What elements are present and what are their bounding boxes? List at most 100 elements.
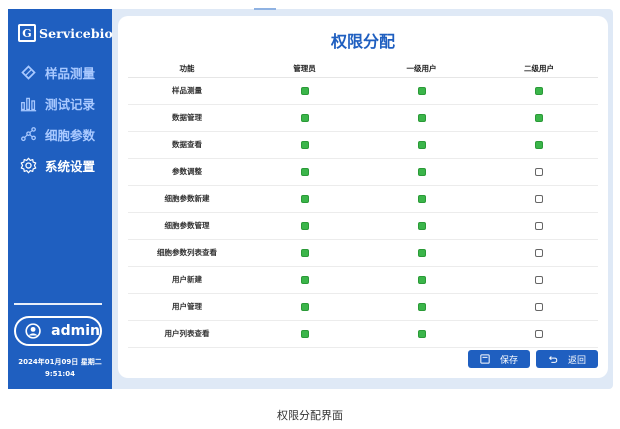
- permission-checkbox-checked[interactable]: [417, 195, 426, 203]
- permission-checkbox-checked[interactable]: [300, 330, 309, 338]
- permission-cell: [246, 239, 363, 267]
- username: admin: [51, 323, 100, 339]
- permission-checkbox-checked[interactable]: [300, 222, 309, 230]
- permission-cell: [480, 320, 598, 348]
- logo-icon: G: [18, 24, 36, 42]
- nav-item-system-settings[interactable]: 系统设置: [20, 155, 95, 175]
- save-icon: [480, 354, 490, 364]
- logo: G Servicebio: [18, 23, 113, 43]
- function-name: 细胞参数新建: [128, 185, 246, 213]
- function-name: 用户新建: [128, 266, 246, 294]
- permission-checkbox-unchecked[interactable]: [535, 249, 543, 257]
- permission-cell: [480, 239, 598, 267]
- table-row: 细胞参数新建: [128, 185, 598, 213]
- gear-icon: [20, 157, 37, 173]
- save-button[interactable]: 保存: [468, 350, 530, 368]
- permission-cell: [363, 185, 480, 213]
- permission-cell: [363, 104, 480, 132]
- permission-cell: [480, 185, 598, 213]
- permission-cell: [480, 131, 598, 159]
- current-date: 2024年01月09日 星期二: [18, 358, 102, 366]
- permission-checkbox-checked[interactable]: [300, 303, 309, 311]
- permission-cell: [246, 293, 363, 321]
- permission-checkbox-checked[interactable]: [417, 168, 426, 176]
- permission-checkbox-checked[interactable]: [535, 141, 543, 149]
- diamond-icon: [21, 64, 36, 80]
- permission-checkbox-checked[interactable]: [300, 276, 309, 284]
- permission-cell: [246, 320, 363, 348]
- bar-chart-icon: [20, 97, 37, 111]
- function-name: 数据查看: [128, 131, 246, 159]
- molecule-icon: [21, 126, 36, 141]
- table-row: 数据管理: [128, 104, 598, 132]
- permission-cell: [246, 104, 363, 132]
- top-tab-indicator: [254, 8, 276, 10]
- function-name: 细胞参数管理: [128, 212, 246, 240]
- nav-label: 系统设置: [45, 158, 96, 174]
- permission-checkbox-checked[interactable]: [417, 141, 426, 149]
- nav-item-cell-params[interactable]: 细胞参数: [20, 124, 95, 144]
- permission-checkbox-unchecked[interactable]: [535, 195, 543, 203]
- function-name: 用户管理: [128, 293, 246, 321]
- table-row: 用户管理: [128, 293, 598, 321]
- permission-cell: [246, 212, 363, 240]
- permission-checkbox-unchecked[interactable]: [535, 276, 543, 284]
- permission-checkbox-checked[interactable]: [417, 249, 426, 257]
- function-name: 参数调整: [128, 158, 246, 186]
- table-row: 细胞参数列表查看: [128, 239, 598, 267]
- permission-checkbox-checked[interactable]: [417, 87, 426, 95]
- permission-checkbox-checked[interactable]: [535, 114, 543, 122]
- permission-checkbox-unchecked[interactable]: [535, 168, 543, 176]
- permission-cell: [363, 293, 480, 321]
- permission-checkbox-checked[interactable]: [300, 249, 309, 257]
- table-row: 用户新建: [128, 266, 598, 294]
- sidebar: G Servicebio 样品测量 测试记录 细胞参数 系统设置 admin 2…: [8, 9, 113, 389]
- permission-cell: [480, 158, 598, 186]
- permission-checkbox-unchecked[interactable]: [535, 303, 543, 311]
- permission-cell: [246, 131, 363, 159]
- permission-cell: [246, 266, 363, 294]
- permission-checkbox-checked[interactable]: [300, 168, 309, 176]
- nav-item-test-records[interactable]: 测试记录: [20, 93, 95, 113]
- permission-checkbox-checked[interactable]: [417, 114, 426, 122]
- user-icon: [25, 323, 41, 339]
- permission-checkbox-checked[interactable]: [417, 222, 426, 230]
- table-row: 细胞参数管理: [128, 212, 598, 240]
- save-label: 保存: [499, 355, 518, 366]
- permission-cell: [480, 266, 598, 294]
- table-row: 样品测量: [128, 77, 598, 105]
- permission-cell: [480, 293, 598, 321]
- function-name: 样品测量: [128, 77, 246, 105]
- permission-cell: [246, 158, 363, 186]
- nav-label: 细胞参数: [45, 127, 96, 143]
- permission-checkbox-checked[interactable]: [300, 87, 309, 95]
- nav-label: 测试记录: [45, 96, 96, 112]
- datetime: 2024年01月09日 星期二 9:51:04: [8, 356, 112, 380]
- nav-item-sample-measure[interactable]: 样品测量: [20, 62, 95, 82]
- permission-checkbox-checked[interactable]: [417, 330, 426, 338]
- user-account-button[interactable]: admin: [14, 316, 102, 346]
- sidebar-divider: [14, 303, 102, 305]
- figure-caption: 权限分配界面: [277, 409, 343, 422]
- table-row: 数据查看: [128, 131, 598, 159]
- permission-cell: [246, 77, 363, 105]
- permission-checkbox-checked[interactable]: [300, 141, 309, 149]
- col-header-level2: 二级用户: [480, 60, 598, 78]
- permission-checkbox-checked[interactable]: [417, 276, 426, 284]
- nav-label: 样品测量: [45, 65, 96, 81]
- col-header-level1: 一级用户: [363, 60, 480, 78]
- permission-cell: [480, 77, 598, 105]
- permission-checkbox-checked[interactable]: [535, 87, 543, 95]
- table-row: 用户列表查看: [128, 320, 598, 348]
- permission-checkbox-unchecked[interactable]: [535, 222, 543, 230]
- permission-cell: [363, 266, 480, 294]
- back-button[interactable]: 返回: [536, 350, 598, 368]
- main-panel: 权限分配 功能 管理员 一级用户 二级用户 样品测量 数据管理 数据查看 参数调整 细胞…: [118, 16, 608, 378]
- permission-checkbox-checked[interactable]: [300, 114, 309, 122]
- permission-cell: [363, 212, 480, 240]
- permission-checkbox-checked[interactable]: [417, 303, 426, 311]
- page-title: 权限分配: [330, 32, 395, 51]
- col-header-admin: 管理员: [246, 60, 363, 78]
- permission-checkbox-checked[interactable]: [300, 195, 309, 203]
- permission-checkbox-unchecked[interactable]: [535, 330, 543, 338]
